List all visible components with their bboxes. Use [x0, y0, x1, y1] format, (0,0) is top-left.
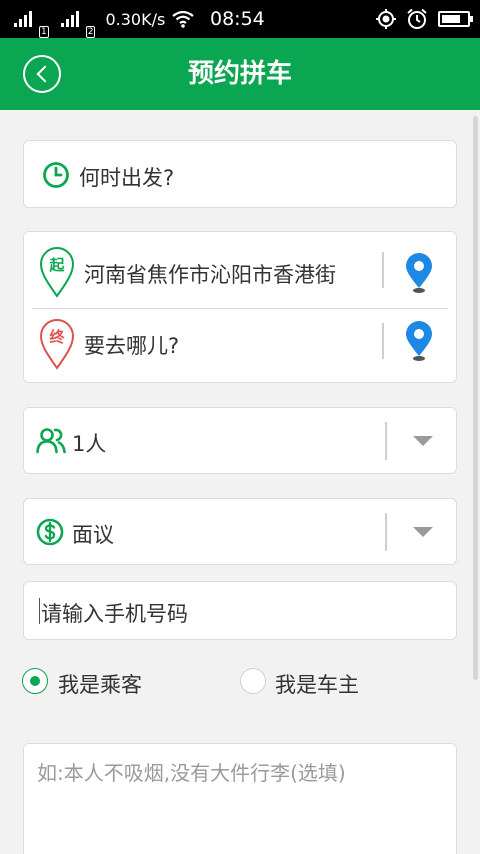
price-value: 面议 [72, 523, 114, 547]
radio-unselected[interactable] [240, 668, 266, 694]
destination-location-pin-icon[interactable] [403, 320, 435, 362]
phone-placeholder: 请输入手机号码 [41, 602, 188, 626]
price-select[interactable]: 面议 [23, 498, 457, 565]
location-status-icon [376, 9, 396, 29]
alarm-icon [407, 8, 427, 29]
wifi-icon [172, 10, 194, 28]
origin-value: 河南省焦作市沁阳市香港街 [84, 263, 336, 287]
role-driver-option[interactable]: 我是车主 [240, 666, 410, 697]
passenger-count-select[interactable]: 1人 [23, 407, 457, 474]
status-bar: 1 2 0.30K/s 08:54 [0, 0, 480, 38]
app-header: 预约拼车 [0, 38, 480, 110]
dollar-icon [36, 518, 64, 546]
remark-textarea[interactable]: 如:本人不吸烟,没有大件行李(选填) [23, 743, 457, 854]
passenger-count-value: 1人 [72, 432, 107, 456]
scrollbar[interactable] [473, 116, 478, 680]
net-speed: 0.30K/s [105, 9, 166, 29]
departure-time-placeholder: 何时出发? [79, 166, 175, 190]
role-passenger-label: 我是乘客 [58, 673, 142, 697]
battery-icon [438, 11, 473, 27]
divider [382, 323, 384, 359]
route-card: 起 河南省焦作市沁阳市香港街 终 要去哪儿? [23, 231, 457, 383]
divider [385, 422, 387, 460]
people-icon [36, 428, 66, 454]
chevron-down-icon[interactable] [413, 436, 433, 446]
chevron-down-icon[interactable] [413, 527, 433, 537]
signal-icon [14, 11, 32, 27]
origin-location-pin-icon[interactable] [403, 252, 435, 294]
radio-selected[interactable] [22, 668, 48, 694]
departure-time-field[interactable]: 何时出发? [23, 140, 457, 208]
destination-row[interactable]: 终 要去哪儿? [24, 309, 456, 383]
role-driver-label: 我是车主 [275, 673, 359, 697]
clock-time: 08:54 [210, 8, 265, 30]
sim1-label: 1 [39, 26, 49, 38]
origin-row[interactable]: 起 河南省焦作市沁阳市香港街 [24, 232, 456, 308]
divider [385, 513, 387, 551]
back-button[interactable] [23, 55, 61, 93]
clock-icon [43, 162, 69, 188]
signal-icon [60, 11, 79, 27]
destination-placeholder: 要去哪儿? [84, 334, 180, 358]
destination-marker-icon: 终 [39, 319, 75, 370]
origin-badge: 起 [48, 256, 65, 274]
origin-marker-icon: 起 [39, 247, 75, 298]
divider [382, 252, 384, 288]
sim2-label: 2 [85, 26, 96, 38]
destination-badge: 终 [49, 328, 65, 346]
phone-input[interactable]: 请输入手机号码 [23, 581, 457, 640]
page-title: 预约拼车 [187, 59, 292, 89]
remark-placeholder: 如:本人不吸烟,没有大件行李(选填) [37, 761, 346, 785]
role-passenger-option[interactable]: 我是乘客 [22, 666, 192, 697]
text-cursor [39, 598, 40, 624]
